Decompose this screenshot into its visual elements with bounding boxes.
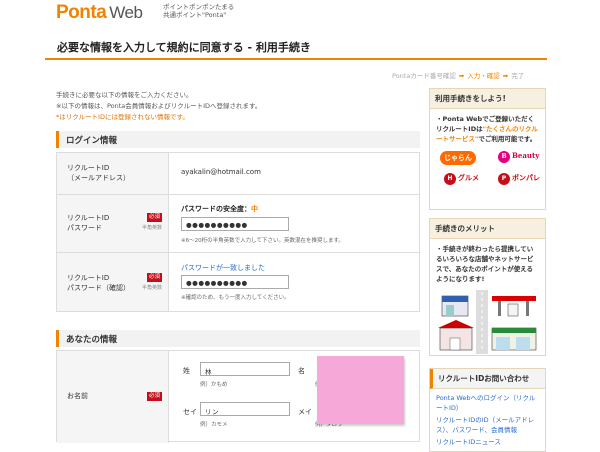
sei-input[interactable]: 林 bbox=[200, 362, 290, 376]
hotpepper-gourmet-logo[interactable]: H グルメ bbox=[440, 171, 483, 187]
password-confirm-label-line2: パスワード（確認） bbox=[67, 284, 130, 292]
ponpare-text: ポンパレ bbox=[512, 174, 540, 182]
password-confirm-input[interactable]: ●●●●●●●●●● bbox=[181, 275, 289, 289]
beauty-text: Beauty bbox=[512, 151, 540, 160]
required-badge: 必須 bbox=[146, 273, 162, 282]
recruit-id-value: ayakalin@hotmail.com bbox=[181, 168, 261, 176]
you-section-title: あなたの情報 bbox=[56, 330, 420, 347]
ponta-web-logo[interactable]: Ponta Web bbox=[56, 2, 143, 24]
password-row: リクルートID パスワード 必須 半角英数 パスワードの安全度：中 ●●●●●●… bbox=[57, 195, 419, 253]
sei-kana-example: 例）カモメ bbox=[200, 422, 228, 428]
password-note: ※6～20桁の半角英数で入力して下さい。英数混在を推奨します。 bbox=[181, 238, 344, 244]
password-input[interactable]: ●●●●●●●●●● bbox=[181, 217, 289, 231]
link-login-help[interactable]: Ponta Webへのログイン（リクルートID） bbox=[436, 393, 539, 413]
ponpare-p-icon: P bbox=[498, 173, 510, 185]
sei-kana-input[interactable]: リン bbox=[200, 402, 290, 416]
sei-kana-label: セイ bbox=[183, 408, 197, 416]
password-confirm-label: リクルートID パスワード（確認） 必須 半角英数 bbox=[57, 253, 169, 311]
sticky-note-overlay bbox=[317, 356, 404, 424]
page-title-bar: 必要な情報を入力して規約に同意する - 利用手続き bbox=[45, 30, 547, 60]
recruit-id-label-line1: リクルートID bbox=[67, 164, 110, 172]
mei-kana-label: メイ bbox=[298, 408, 312, 416]
merit-text: ・手続きが終わったら提携しているいろいろな店舗やネットサービスで、あなたのポイン… bbox=[436, 245, 534, 283]
sei-example: 例）かもめ bbox=[200, 382, 228, 388]
step-complete: 完了 bbox=[511, 72, 525, 80]
password-strength: パスワードの安全度：中 bbox=[181, 204, 258, 214]
site-header: Ponta Web ポイントポンポンたまる 共通ポイント"Ponta" bbox=[0, 0, 600, 30]
sidebar-promo: 利用手続きをしよう! ・Ponta Webでご登録いただくリクルートIDは"たく… bbox=[429, 88, 546, 210]
password-label: リクルートID パスワード 必須 半角英数 bbox=[57, 195, 169, 252]
shops-illustration-icon bbox=[438, 290, 537, 354]
logo-tagline: ポイントポンポンたまる 共通ポイント"Ponta" bbox=[163, 3, 234, 19]
intro-line2: ※以下の情報は、Ponta会員情報およびリクルートIDへ登録されます。 bbox=[56, 102, 262, 110]
step-card-check: Pontaカード番号確認 bbox=[392, 72, 456, 80]
password-confirm-note: ※確認のため、もう一度入力してください。 bbox=[181, 295, 290, 301]
jalan-logo[interactable]: じゃらん bbox=[440, 151, 476, 165]
recruit-id-row: リクルートID （メールアドレス） ayakalin@hotmail.com bbox=[57, 153, 419, 195]
login-form: リクルートID （メールアドレス） ayakalin@hotmail.com リ… bbox=[56, 152, 420, 312]
sidebar-merit: 手続きのメリット ・手続きが終わったら提携しているいろいろな店舗やネットサービス… bbox=[429, 218, 546, 356]
password-match-message: パスワードが一致しました bbox=[181, 264, 265, 272]
mei-label: 名 bbox=[298, 367, 305, 375]
intro-note: *はリクルートIDには登録されない情報です。 bbox=[56, 113, 189, 121]
recruit-id-label: リクルートID （メールアドレス） bbox=[57, 153, 169, 194]
name-label-text: お名前 bbox=[67, 392, 88, 400]
tagline-line2: 共通ポイント"Ponta" bbox=[163, 11, 227, 19]
intro-text: 手続きに必要な以下の情報をご入力ください。 ※以下の情報は、Ponta会員情報お… bbox=[56, 90, 416, 123]
beauty-b-icon: B bbox=[498, 151, 510, 163]
name-label: お名前 必須 bbox=[57, 351, 169, 443]
logo-ponta: Ponta bbox=[56, 2, 107, 23]
required-badge: 必須 bbox=[146, 392, 162, 401]
step-indicator: Pontaカード番号確認 ➡ 入力・確認 ➡ 完了 bbox=[392, 70, 524, 80]
link-recruit-id-news[interactable]: リクルートIDニュース bbox=[436, 437, 539, 447]
recruit-id-label-line2: （メールアドレス） bbox=[67, 174, 130, 182]
gourmet-text: グルメ bbox=[458, 174, 479, 182]
logo-web: Web bbox=[109, 3, 143, 22]
login-section-title: ログイン情報 bbox=[56, 131, 420, 148]
password-confirm-row: リクルートID パスワード（確認） 必須 半角英数 パスワードが一致しました ●… bbox=[57, 253, 419, 311]
password-label-line2: パスワード bbox=[67, 224, 102, 232]
promo-title: 利用手続きをしよう! bbox=[430, 89, 545, 109]
sei-label: 姓 bbox=[183, 367, 190, 375]
promo-text2: でご利用可能です。 bbox=[478, 135, 537, 143]
ponpare-logo[interactable]: P ポンパレ bbox=[494, 171, 544, 187]
town-illustration bbox=[436, 290, 539, 354]
tagline-line1: ポイントポンポンたまる bbox=[163, 3, 235, 11]
step-arrow-icon: ➡ bbox=[458, 72, 465, 80]
link-id-password-help[interactable]: リクルートIDのID（メールアドレス）、パスワード、会員情報 bbox=[436, 415, 539, 435]
page-title: 必要な情報を入力して規約に同意する - 利用手続き bbox=[57, 41, 311, 54]
gourmet-h-icon: H bbox=[444, 173, 456, 185]
password-confirm-label-line1: リクルートID bbox=[67, 274, 110, 282]
step-arrow-icon: ➡ bbox=[502, 72, 509, 80]
inquiry-links: Ponta Webへのログイン（リクルートID） リクルートIDのID（メールア… bbox=[430, 389, 545, 452]
half-width-hint: 半角英数 bbox=[141, 285, 162, 291]
strength-level: 中 bbox=[251, 205, 258, 213]
promo-body: ・Ponta Webでご登録いただくリクルートIDは"たくさんのリクルートサービ… bbox=[430, 109, 545, 196]
merit-body: ・手続きが終わったら提携しているいろいろな店舗やネットサービスで、あなたのポイン… bbox=[430, 239, 545, 359]
inquiry-title: リクルートIDお問い合わせ bbox=[430, 369, 545, 389]
service-logos: じゃらん B Beauty H グルメ P ポンパレ bbox=[436, 149, 540, 191]
intro-line1: 手続きに必要な以下の情報をご入力ください。 bbox=[56, 91, 193, 99]
hotpepper-beauty-logo[interactable]: B Beauty bbox=[494, 149, 543, 165]
required-badge: 必須 bbox=[146, 213, 162, 222]
half-width-hint: 半角英数 bbox=[141, 225, 162, 231]
merit-title: 手続きのメリット bbox=[430, 219, 545, 239]
sidebar-inquiry: リクルートIDお問い合わせ Ponta Webへのログイン（リクルートID） リ… bbox=[429, 368, 546, 452]
password-label-line1: リクルートID bbox=[67, 214, 110, 222]
step-input-confirm: 入力・確認 bbox=[467, 72, 500, 80]
strength-prefix: パスワードの安全度： bbox=[181, 205, 251, 213]
